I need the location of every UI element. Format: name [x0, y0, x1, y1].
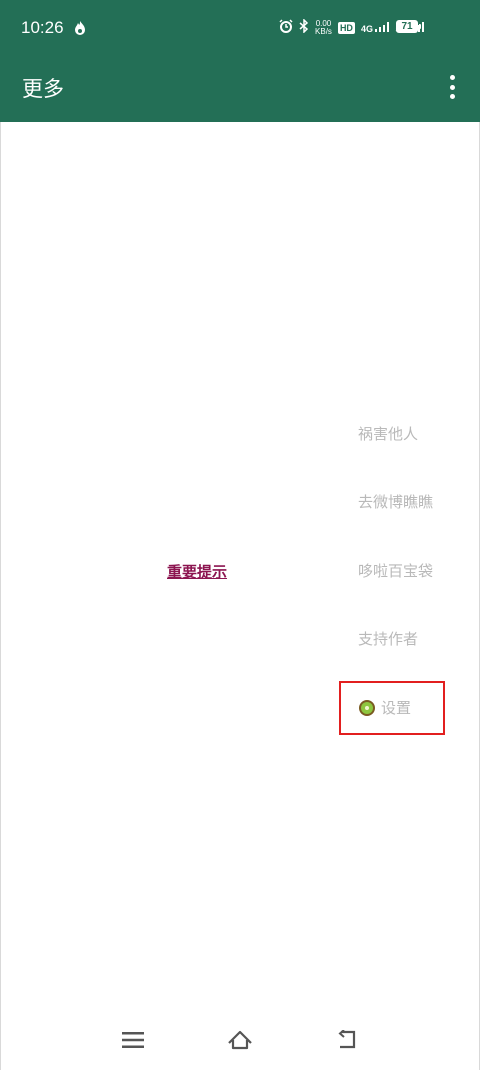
network-speed-unit: KB/s — [315, 26, 332, 36]
status-bar: 10:26 0.00 KB/s HD 4G 5G 71 — [0, 0, 480, 56]
app-bar: 更多 — [0, 56, 480, 122]
main-content: 重要提示 祸害他人 去微博瞧瞧 哆啦百宝袋 支持作者 设置 — [0, 122, 480, 1070]
bluetooth-icon — [299, 18, 309, 37]
alarm-icon — [279, 18, 293, 37]
menu-icon[interactable] — [115, 1024, 151, 1056]
kiwi-icon — [359, 699, 375, 716]
more-vert-icon[interactable] — [440, 72, 464, 102]
battery-level: 71 — [401, 21, 413, 32]
settings-highlight: 设置 — [339, 681, 445, 735]
menu-item-visit-weibo[interactable]: 去微博瞧瞧 — [358, 491, 433, 512]
status-time: 10:26 — [21, 18, 64, 37]
app-notification-icon — [73, 20, 87, 40]
menu-item-harm-others[interactable]: 祸害他人 — [358, 423, 418, 444]
navigation-bar — [0, 1012, 480, 1070]
menu-item-doraemon-pocket[interactable]: 哆啦百宝袋 — [358, 560, 433, 581]
sim1-network: 4G — [360, 21, 390, 34]
signal-icon — [375, 21, 390, 32]
home-icon[interactable] — [222, 1024, 258, 1056]
settings-button[interactable]: 设置 — [359, 697, 411, 718]
menu-item-support-author[interactable]: 支持作者 — [358, 628, 418, 649]
important-notice-link[interactable]: 重要提示 — [167, 561, 227, 582]
page-title: 更多 — [22, 77, 64, 101]
settings-label: 设置 — [381, 699, 412, 717]
battery-icon: 71 — [396, 20, 421, 33]
sim1-network-label: 4G — [360, 23, 373, 34]
hd-badge: HD — [337, 21, 355, 34]
back-icon[interactable] — [329, 1024, 365, 1056]
network-speed: 0.00 KB/s — [315, 19, 332, 36]
